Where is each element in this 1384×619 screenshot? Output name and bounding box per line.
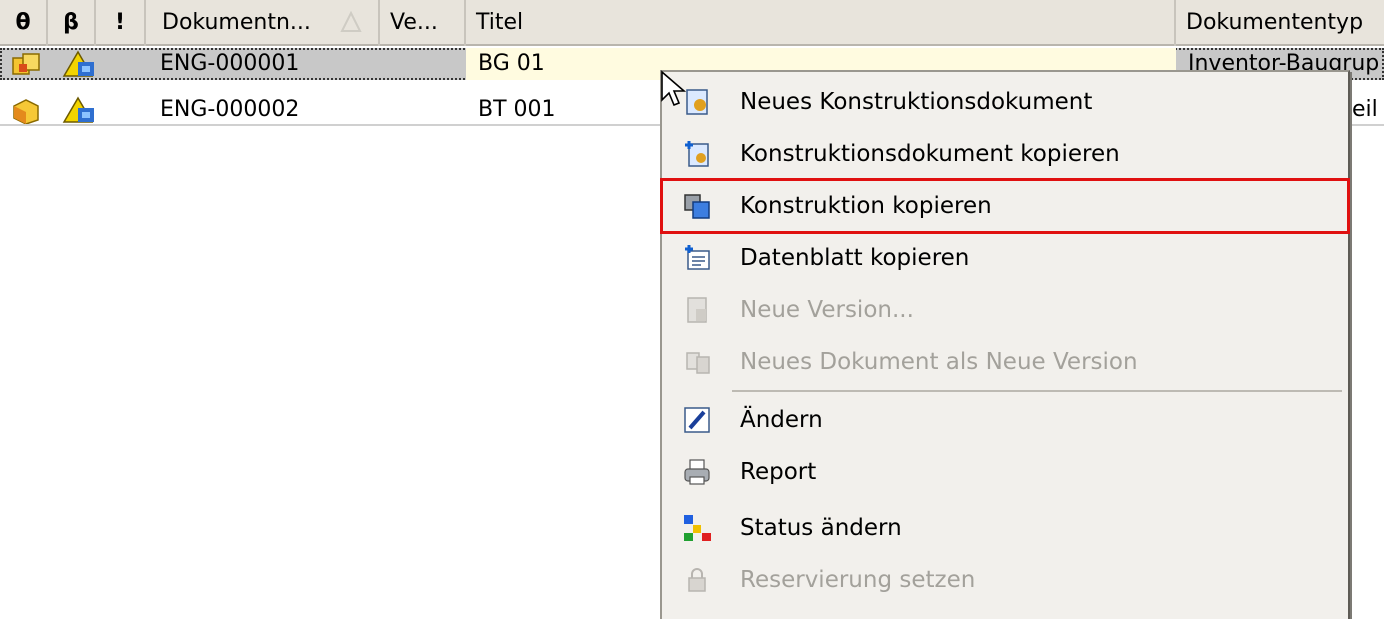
column-header-title[interactable]: Titel <box>466 0 1176 46</box>
column-header-priority[interactable]: ! <box>96 0 146 46</box>
menu-item-set-reservation[interactable]: Reservierung setzen <box>662 554 1348 606</box>
menu-item-label: Report <box>740 459 817 485</box>
column-header-document-type[interactable]: Dokumententyp <box>1176 0 1384 46</box>
menu-item-edit[interactable]: Ändern <box>662 394 1348 446</box>
column-header-attachment[interactable]: θ <box>0 0 48 46</box>
menu-item-label: Neue Version... <box>740 297 914 323</box>
menu-item-label: Status ändern <box>740 515 902 541</box>
copy-datasheet-icon <box>685 245 710 270</box>
list-header: θ β ! Dokumentn... Ve... Titel Dokumente… <box>0 0 1384 46</box>
column-header-document-number-label: Dokumentn... <box>162 10 311 35</box>
context-menu: Neues Konstruktionsdokument Konstruktion… <box>660 70 1350 619</box>
lock-icon <box>688 568 706 592</box>
menu-item-label: Ändern <box>740 407 823 433</box>
new-doc-as-version-icon <box>686 352 710 374</box>
inventor-file-icon <box>62 50 94 77</box>
attachment-icon: θ <box>15 10 31 35</box>
lock-column-icon: β <box>63 10 79 35</box>
menu-item-label: Neues Konstruktionsdokument <box>740 89 1093 115</box>
menu-item-copy-datasheet[interactable]: Datenblatt kopieren <box>662 232 1348 284</box>
menu-item-label: Datenblatt kopieren <box>740 245 970 271</box>
edit-pencil-icon <box>684 407 710 433</box>
part-icon <box>13 99 39 124</box>
menu-item-change-status[interactable]: Status ändern <box>662 502 1348 554</box>
column-header-version[interactable]: Ve... <box>380 0 466 46</box>
menu-item-label: Reservierung setzen <box>740 567 976 593</box>
inventor-file-icon <box>62 96 94 123</box>
menu-item-label: Neues Dokument als Neue Version <box>740 349 1138 375</box>
menu-item-new-version[interactable]: Neue Version... <box>662 284 1348 336</box>
copy-document-icon <box>685 141 709 167</box>
new-version-icon <box>687 297 707 323</box>
column-header-lock[interactable]: β <box>48 0 96 46</box>
document-number-cell: ENG-000001 <box>160 51 300 76</box>
copy-design-icon <box>684 194 710 219</box>
document-number-cell: ENG-000002 <box>160 97 300 122</box>
menu-item-new-doc-as-new-version[interactable]: Neues Dokument als Neue Version <box>662 336 1348 388</box>
sort-ascending-icon <box>340 10 362 32</box>
column-header-document-type-label: Dokumententyp <box>1186 10 1364 35</box>
menu-item-copy-design[interactable]: Konstruktion kopieren <box>660 178 1350 234</box>
mouse-cursor-icon <box>661 70 687 107</box>
menu-item-report[interactable]: Report <box>662 446 1348 498</box>
menu-separator <box>732 390 1342 392</box>
menu-item-label: Konstruktionsdokument kopieren <box>740 141 1120 167</box>
column-header-title-label: Titel <box>476 10 524 35</box>
assembly-icon <box>12 53 40 75</box>
menu-item-copy-design-document[interactable]: Konstruktionsdokument kopieren <box>662 128 1348 180</box>
priority-icon: ! <box>114 10 126 35</box>
document-type-cell: eil <box>1352 97 1378 122</box>
menu-item-new-design-document[interactable]: Neues Konstruktionsdokument <box>662 76 1348 128</box>
column-header-version-label: Ve... <box>390 10 438 35</box>
menu-item-label: Konstruktion kopieren <box>740 193 992 219</box>
printer-icon <box>684 459 710 485</box>
status-workflow-icon <box>684 515 711 541</box>
